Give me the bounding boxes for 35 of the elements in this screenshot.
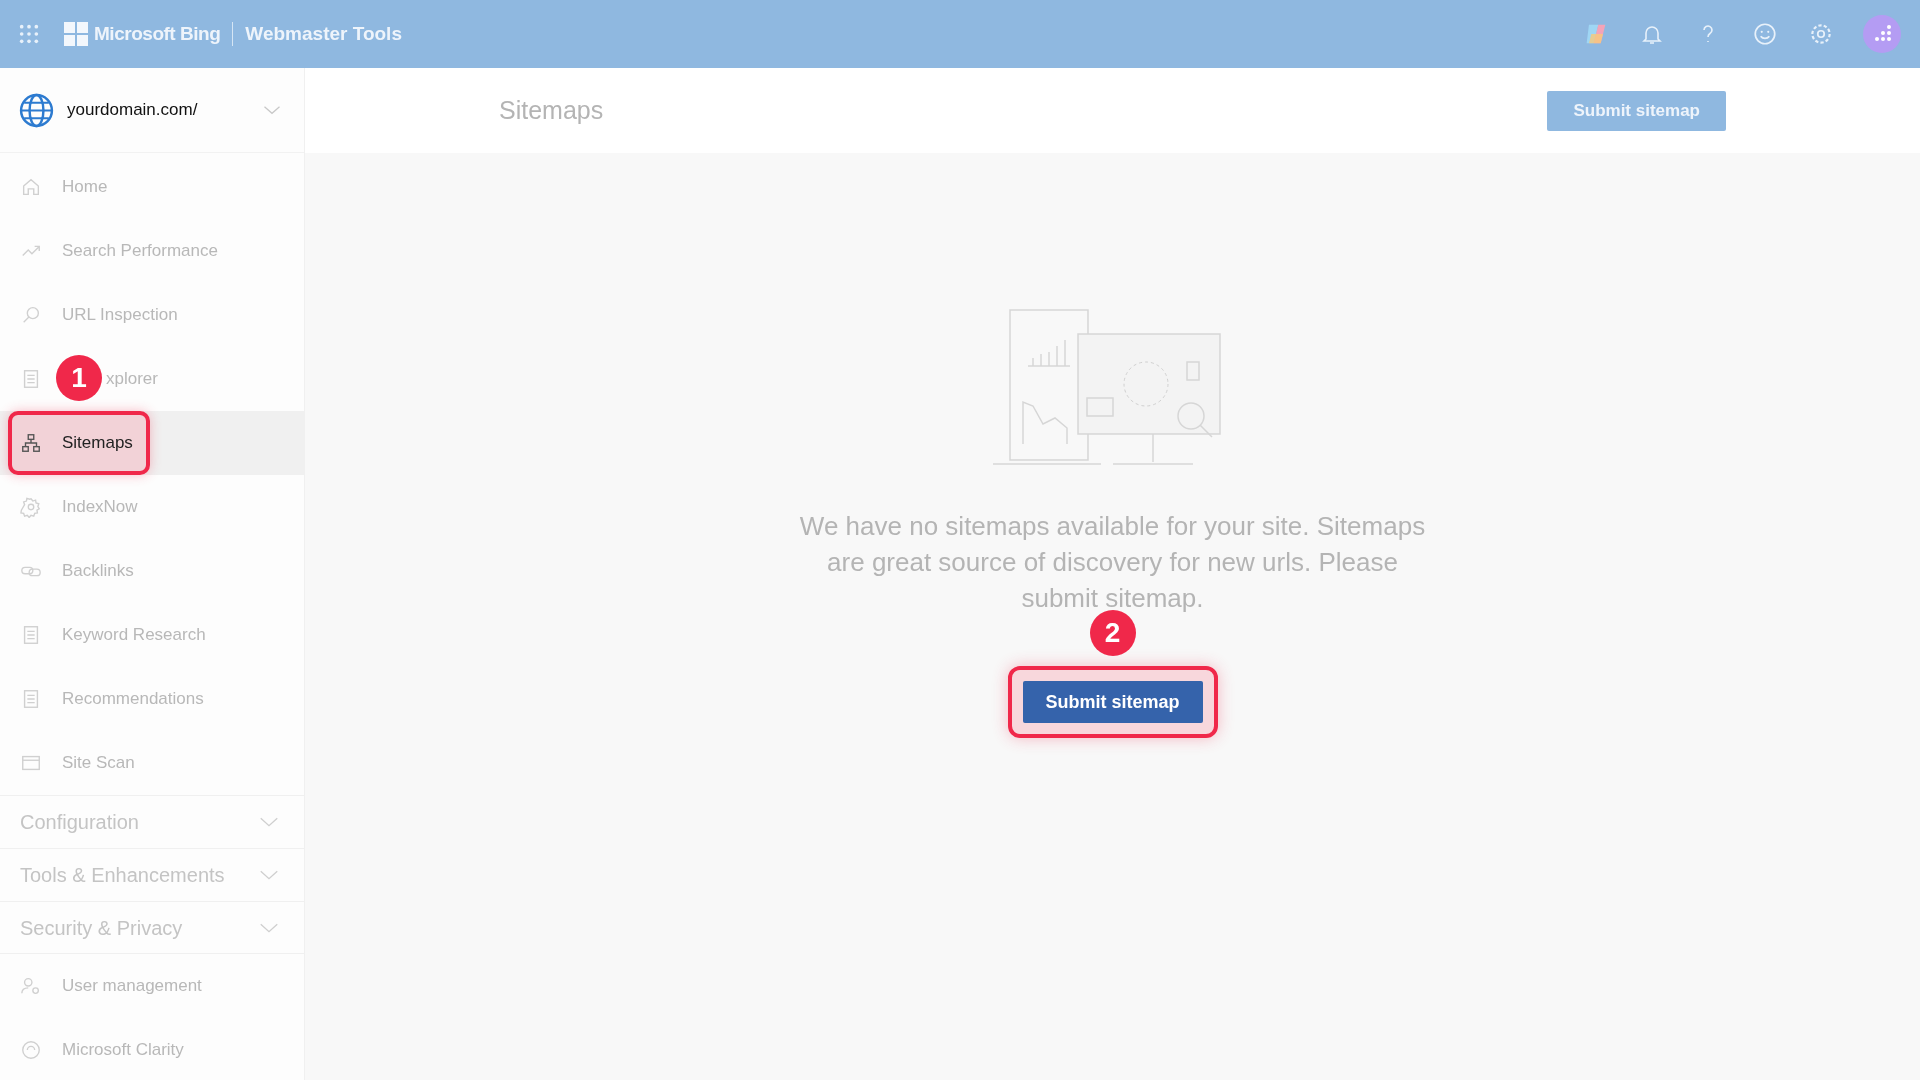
app-launcher-icon[interactable] (18, 23, 40, 45)
nav-section[interactable]: Configuration (0, 795, 304, 848)
nav-item[interactable]: User management (62, 973, 202, 999)
step-number-badge: 1 (56, 355, 102, 401)
step-number-badge: 2 (1089, 610, 1136, 656)
nav-item[interactable]: Sitemaps (8, 411, 150, 475)
site-picker[interactable]: yourdomain.com/ (0, 68, 304, 153)
clarity-icon (20, 1039, 42, 1061)
nav-item[interactable]: Backlinks (62, 558, 134, 584)
nav-item[interactable]: Microsoft Clarity (62, 1037, 184, 1063)
nav-item[interactable]: Site Scan (62, 750, 135, 776)
brand-name: Microsoft Bing (94, 21, 221, 46)
submit-sitemap-button[interactable]: Submit sitemap (1547, 90, 1726, 131)
nav-item[interactable]: xplorer (106, 366, 158, 392)
nav-item[interactable]: Recommendations (62, 686, 204, 712)
globe-icon (18, 91, 55, 129)
settings-icon[interactable] (1808, 21, 1834, 47)
nav-item[interactable]: Home (62, 174, 108, 200)
windows-logo-icon (64, 22, 88, 46)
nav-section[interactable]: Tools & Enhancements (0, 848, 304, 901)
sitemap-icon (20, 432, 42, 454)
smiley-icon[interactable] (1752, 21, 1778, 47)
nav-item[interactable]: Keyword Research (62, 622, 206, 648)
page-title: Sitemaps (499, 94, 605, 126)
nav-item[interactable]: IndexNow (62, 494, 138, 520)
submit-sitemap-button[interactable]: Submit sitemap (1022, 681, 1203, 723)
home-icon (20, 176, 42, 198)
avatar-icon[interactable] (1862, 14, 1902, 54)
nav-item[interactable]: URL Inspection (62, 302, 178, 328)
gear-icon (20, 496, 42, 518)
site-name: yourdomain.com/ (67, 99, 199, 122)
nav-section[interactable]: Security & Privacy (0, 901, 304, 954)
user-icon (20, 975, 42, 997)
nav-item[interactable]: Search Performance (62, 238, 218, 264)
product-name: Webmaster Tools (245, 21, 402, 46)
